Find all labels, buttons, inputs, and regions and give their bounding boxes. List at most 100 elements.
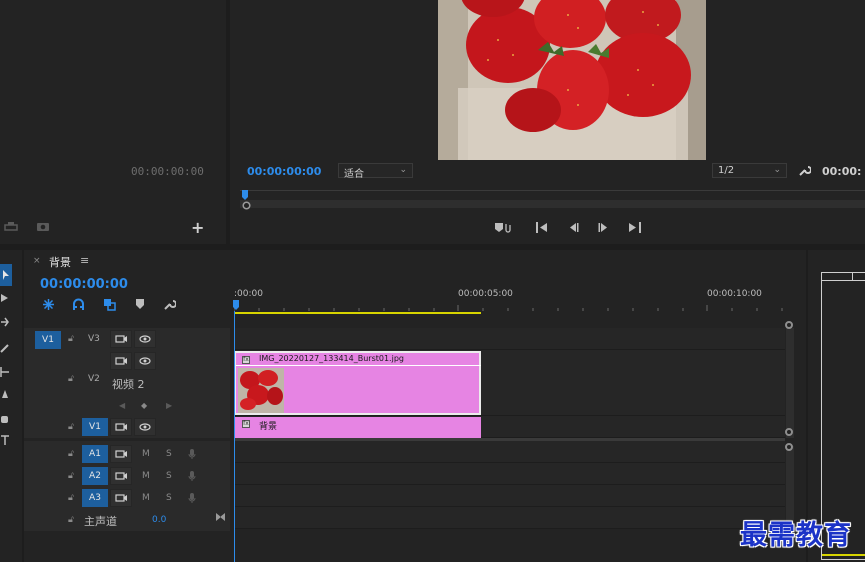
pen-tool-icon[interactable] xyxy=(0,388,10,400)
image-clip[interactable]: fx IMG_20220127_133414_Burst01.jpg xyxy=(234,351,481,415)
go-to-end-icon[interactable] xyxy=(215,512,226,522)
lock-icon[interactable]: 🔓︎ xyxy=(68,422,74,432)
video-vertical-scrollbar[interactable] xyxy=(786,328,794,438)
sync-lock-button[interactable] xyxy=(110,467,132,485)
add-marker-icon[interactable] xyxy=(135,298,146,310)
track-lane-a1[interactable] xyxy=(234,441,785,463)
playhead-line[interactable] xyxy=(234,311,235,562)
track-target-a3[interactable]: A3 xyxy=(82,489,108,507)
track-select-tool-icon[interactable] xyxy=(0,292,10,304)
fx-badge-icon: fx xyxy=(242,356,250,364)
mute-button[interactable]: M xyxy=(142,493,150,503)
track-lane-a2[interactable] xyxy=(234,463,785,485)
next-keyframe-icon[interactable]: ▶ xyxy=(166,401,172,410)
program-monitor-panel: 00:00:00:00 适合 ⌄ 1/2 ⌄ 00:00: xyxy=(230,0,865,244)
scrub-bar[interactable] xyxy=(240,200,865,208)
export-frame-icon[interactable] xyxy=(4,221,18,231)
solo-button[interactable]: S xyxy=(166,493,172,503)
lock-icon[interactable]: 🔓︎ xyxy=(68,334,74,344)
lock-icon[interactable]: 🔓︎ xyxy=(68,374,74,384)
selection-tool[interactable] xyxy=(0,264,12,286)
camera-icon[interactable] xyxy=(36,221,50,232)
track-target-a1[interactable]: A1 xyxy=(82,445,108,463)
clip-title-divider xyxy=(236,365,481,366)
master-volume-value[interactable]: 0.0 xyxy=(152,515,166,525)
toggle-output-eye-icon[interactable] xyxy=(134,330,156,348)
sequence-tab-title[interactable]: 背景 xyxy=(49,254,71,270)
microphone-icon[interactable] xyxy=(188,448,196,460)
lock-icon[interactable]: 🔓︎ xyxy=(68,515,74,525)
sync-lock-button[interactable] xyxy=(110,352,132,370)
resolution-dropdown[interactable]: 1/2 ⌄ xyxy=(712,163,787,178)
scrub-handle[interactable] xyxy=(242,201,251,210)
solo-button[interactable]: S xyxy=(166,449,172,459)
timeline-timecode[interactable]: 00:00:00:00 xyxy=(40,277,128,292)
linked-selection-icon[interactable] xyxy=(103,298,116,311)
step-back-icon[interactable] xyxy=(567,222,579,233)
clip-name: 背景 xyxy=(259,422,278,432)
fit-dropdown[interactable]: 适合 ⌄ xyxy=(338,163,413,180)
master-track-label[interactable]: 主声道 xyxy=(84,513,117,529)
clip-thumbnail xyxy=(238,368,284,413)
scrollbar-handle-top[interactable] xyxy=(785,443,793,451)
add-marker-icon[interactable] xyxy=(494,221,512,234)
fit-dropdown-label: 适合 xyxy=(344,169,364,180)
track-target-a2[interactable]: A2 xyxy=(82,467,108,485)
audio-meter-level xyxy=(822,554,865,556)
add-button-icon[interactable]: + xyxy=(191,218,204,237)
nest-toggle-icon[interactable] xyxy=(42,298,55,311)
scrub-ruler[interactable] xyxy=(240,190,865,191)
track-name-v2[interactable]: 视频 2 xyxy=(112,376,145,392)
sync-lock-button[interactable] xyxy=(110,489,132,507)
work-area-bar[interactable] xyxy=(234,312,481,314)
hand-tool-icon[interactable] xyxy=(0,412,10,424)
type-tool-icon[interactable] xyxy=(0,434,10,446)
step-forward-icon[interactable] xyxy=(598,222,610,233)
go-to-in-icon[interactable] xyxy=(535,222,549,233)
close-tab-icon[interactable]: × xyxy=(33,256,41,266)
ripple-edit-tool-icon[interactable] xyxy=(0,316,10,328)
background-clip[interactable]: fx 背景 xyxy=(234,417,481,438)
source-timecode[interactable]: 00:00:00:00 xyxy=(131,165,204,178)
source-patch-v1[interactable]: V1 xyxy=(35,331,61,349)
lock-icon[interactable]: 🔓︎ xyxy=(68,471,74,481)
sync-lock-button[interactable] xyxy=(110,418,132,436)
scrollbar-handle-bottom[interactable] xyxy=(785,428,793,436)
track-lane-v3[interactable] xyxy=(234,328,785,350)
microphone-icon[interactable] xyxy=(188,492,196,504)
mute-button[interactable]: M xyxy=(142,471,150,481)
lock-icon[interactable]: 🔓︎ xyxy=(68,449,74,459)
audio-meter-divider xyxy=(821,280,865,281)
razor-tool-icon[interactable] xyxy=(0,342,10,354)
toggle-output-eye-icon[interactable] xyxy=(134,418,156,436)
source-monitor-panel: 00:00:00:00 + xyxy=(0,0,226,244)
lock-icon[interactable]: 🔓︎ xyxy=(68,493,74,503)
track-label-v3[interactable]: V3 xyxy=(88,334,100,344)
program-timecode[interactable]: 00:00:00:00 xyxy=(247,165,321,178)
timeline-settings-wrench-icon[interactable] xyxy=(163,298,176,311)
prev-keyframe-icon[interactable]: ◀ xyxy=(119,401,125,410)
sync-lock-button[interactable] xyxy=(110,330,132,348)
wrench-settings-icon[interactable] xyxy=(798,164,811,177)
solo-button[interactable]: S xyxy=(166,471,172,481)
track-target-v1[interactable]: V1 xyxy=(82,418,108,436)
ruler-label-0: :00:00 xyxy=(234,289,263,299)
panel-menu-icon[interactable]: ≡ xyxy=(80,254,89,267)
video-preview-image xyxy=(438,0,706,160)
mute-button[interactable]: M xyxy=(142,449,150,459)
timeline-panel: × 背景 ≡ 00:00:00:00 :00:00 00:00:05:00 00… xyxy=(24,250,806,562)
slip-tool-icon[interactable] xyxy=(0,366,10,378)
toggle-output-eye-icon[interactable] xyxy=(134,352,156,370)
snap-magnet-icon[interactable] xyxy=(72,298,85,311)
track-label-v2[interactable]: V2 xyxy=(88,374,100,384)
track-lane-master[interactable] xyxy=(234,507,785,529)
sync-lock-button[interactable] xyxy=(110,445,132,463)
go-to-out-icon[interactable] xyxy=(628,222,642,233)
chevron-down-icon: ⌄ xyxy=(399,165,407,175)
scrollbar-handle-top[interactable] xyxy=(785,321,793,329)
add-keyframe-icon[interactable]: ◆ xyxy=(141,401,147,410)
time-ruler[interactable]: :00:00 00:00:05:00 00:00:10:00 xyxy=(234,286,785,315)
track-lane-a3[interactable] xyxy=(234,485,785,507)
audio-meter-tick xyxy=(852,272,853,281)
microphone-icon[interactable] xyxy=(188,470,196,482)
